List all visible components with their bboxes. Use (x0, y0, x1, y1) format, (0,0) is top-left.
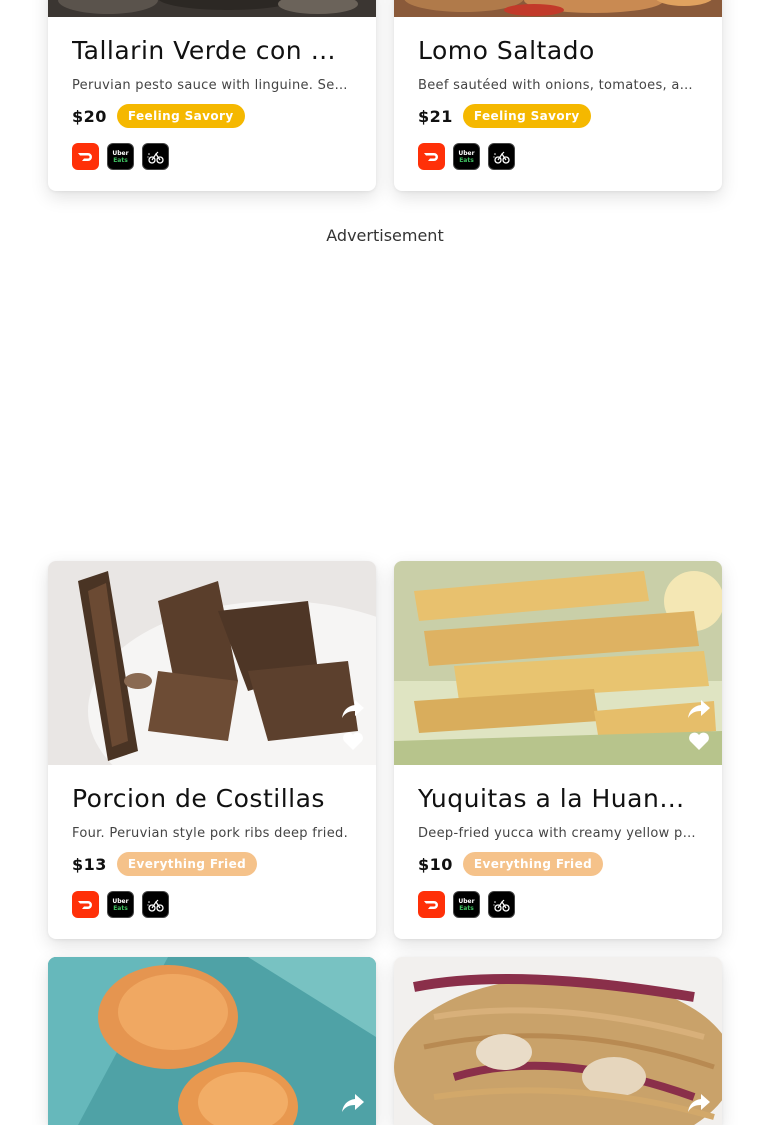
uber-eats-text-2: Eats (113, 904, 128, 912)
dish-description: Deep-fried yucca with creamy yellow pep… (418, 826, 698, 841)
dish-title: Yuquitas a la Huanc… (418, 784, 698, 813)
dish-photo[interactable] (48, 0, 376, 17)
dish-photo[interactable] (48, 561, 376, 765)
dish-description: Beef sautéed with onions, tomatoes, and … (418, 78, 698, 93)
dish-photo[interactable] (394, 0, 722, 17)
uber-eats-icon[interactable]: Uber Eats (107, 891, 134, 918)
dish-title: Porcion de Costillas (72, 784, 325, 813)
dish-price: $20 (72, 106, 107, 126)
uber-eats-icon[interactable]: Uber Eats (453, 143, 480, 170)
menu-card[interactable] (48, 957, 376, 1125)
uber-eats-text-1: Uber (112, 897, 129, 905)
uber-eats-text-1: Uber (458, 149, 475, 157)
uber-eats-icon[interactable]: Uber Eats (453, 891, 480, 918)
uber-eats-text-1: Uber (458, 897, 475, 905)
heart-icon[interactable] (340, 729, 366, 753)
dish-description: Peruvian pesto sauce with linguine. Serv… (72, 78, 352, 93)
menu-card[interactable] (394, 957, 722, 1125)
menu-card[interactable]: Tallarin Verde con Bi… Peruvian pesto sa… (48, 0, 376, 191)
doordash-icon[interactable] (72, 891, 99, 918)
share-icon[interactable] (340, 697, 366, 721)
postmates-icon[interactable] (488, 891, 515, 918)
share-icon[interactable] (340, 1091, 366, 1115)
postmates-icon[interactable] (142, 143, 169, 170)
advertisement-label: Advertisement (326, 226, 444, 245)
menu-card[interactable]: Porcion de Costillas Four. Peruvian styl… (48, 561, 376, 939)
category-tag[interactable]: Feeling Savory (116, 104, 245, 128)
postmates-icon[interactable] (142, 891, 169, 918)
category-tag[interactable]: Everything Fried (462, 852, 604, 876)
doordash-icon[interactable] (72, 143, 99, 170)
dish-title: Tallarin Verde con Bi… (72, 36, 352, 65)
dish-description: Four. Peruvian style pork ribs deep frie… (72, 826, 349, 841)
menu-card[interactable]: Yuquitas a la Huanc… Deep-fried yucca wi… (394, 561, 722, 939)
share-icon[interactable] (686, 697, 712, 721)
uber-eats-text-2: Eats (113, 156, 128, 164)
dish-photo[interactable] (48, 957, 376, 1125)
dish-photo[interactable] (394, 957, 722, 1125)
category-tag[interactable]: Feeling Savory (462, 104, 591, 128)
doordash-icon[interactable] (418, 143, 445, 170)
uber-eats-text-1: Uber (112, 149, 129, 157)
uber-eats-text-2: Eats (459, 156, 474, 164)
dish-price: $10 (418, 854, 453, 874)
share-icon[interactable] (686, 1091, 712, 1115)
uber-eats-text-2: Eats (459, 904, 474, 912)
dish-price: $21 (418, 106, 453, 126)
doordash-icon[interactable] (418, 891, 445, 918)
dish-title: Lomo Saltado (418, 36, 595, 65)
postmates-icon[interactable] (488, 143, 515, 170)
heart-icon[interactable] (686, 729, 712, 753)
menu-card[interactable]: Lomo Saltado Beef sautéed with onions, t… (394, 0, 722, 191)
dish-price: $13 (72, 854, 107, 874)
category-tag[interactable]: Everything Fried (116, 852, 258, 876)
uber-eats-icon[interactable]: Uber Eats (107, 143, 134, 170)
dish-photo[interactable] (394, 561, 722, 765)
